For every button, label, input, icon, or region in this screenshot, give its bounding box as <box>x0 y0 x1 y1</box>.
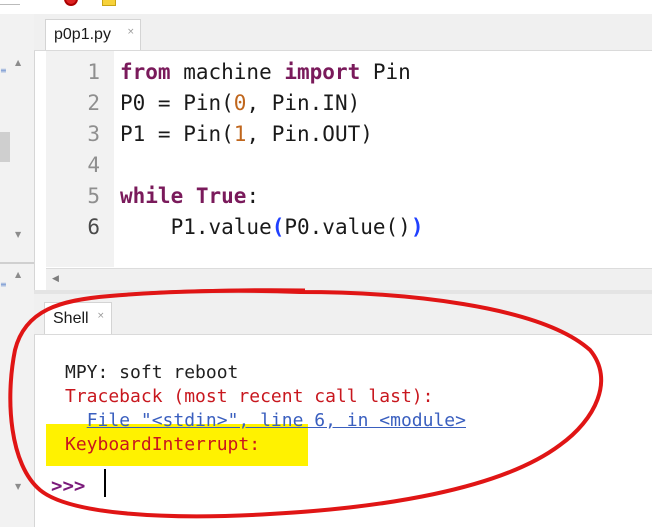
editor-horizontal-scrollbar[interactable]: ◀ <box>46 268 652 291</box>
code-text: P1.value <box>120 215 272 239</box>
code-text: P0.value() <box>284 215 411 239</box>
code-line-3: P1 = Pin(1, Pin.OUT) <box>120 122 373 146</box>
traceback-file-link[interactable]: File "<stdin>", line 6, in <module> <box>87 410 466 431</box>
line-number-gutter: 1 2 3 4 5 6 <box>46 51 114 267</box>
panel-scroll-thumb[interactable] <box>0 132 10 162</box>
keyword: while <box>120 184 184 208</box>
editor-tabbar: p0p1.py × <box>34 14 652 51</box>
keyword: True <box>195 184 247 208</box>
panel-divider <box>0 262 34 264</box>
code-line-5: while True: <box>120 184 259 208</box>
number-literal: 0 <box>233 91 247 115</box>
line-number: 4 <box>87 153 100 177</box>
code-text: , Pin.OUT) <box>246 122 373 146</box>
left-side-panel: ▲ ≡ ▼ ▲ ≡ ▼ <box>0 14 35 527</box>
scroll-down-arrow-icon-2[interactable]: ▼ <box>15 482 21 491</box>
toolbar-strip <box>0 0 652 14</box>
text-cursor <box>104 469 106 497</box>
tab-shell[interactable]: Shell × <box>44 302 112 334</box>
code-text: P1 = Pin( <box>120 122 234 146</box>
code-text: Pin <box>360 60 411 84</box>
traceback-line: Traceback (most recent call last): <box>65 386 434 407</box>
number-literal: 1 <box>233 122 247 146</box>
scroll-up-arrow-icon-2[interactable]: ▲ <box>15 270 21 279</box>
line-number: 1 <box>87 60 100 84</box>
bracket: ( <box>271 215 285 239</box>
tab-p0p1-py[interactable]: p0p1.py × <box>45 19 141 50</box>
shell-prompt: >>> <box>51 475 86 497</box>
folder-icon[interactable] <box>102 0 116 6</box>
panel-item-icon-2: ≡ <box>0 280 7 289</box>
stop-icon[interactable] <box>64 0 78 6</box>
code-line-2: P0 = Pin(0, Pin.IN) <box>120 91 360 115</box>
scroll-left-arrow-icon[interactable]: ◀ <box>52 274 59 284</box>
tab-label: p0p1.py <box>54 26 111 43</box>
keyword: from <box>120 60 171 84</box>
traceback-file-line[interactable]: File "<stdin>", line 6, in <module> <box>65 410 466 431</box>
code-text: , Pin.IN) <box>246 91 361 115</box>
close-icon[interactable]: × <box>97 311 105 321</box>
error-line: KeyboardInterrupt: <box>65 434 261 455</box>
line-number: 2 <box>87 91 100 115</box>
code-line-6: P1.value(P0.value()) <box>120 215 424 239</box>
code-line-1: from machine import Pin <box>120 60 411 84</box>
keyword: import <box>284 60 361 84</box>
scroll-down-arrow-icon[interactable]: ▼ <box>15 230 21 239</box>
shell-output-line: MPY: soft reboot <box>65 362 239 383</box>
line-number: 3 <box>87 122 100 146</box>
code-text: machine <box>170 60 285 84</box>
line-number: 6 <box>87 215 100 239</box>
shell-tab-label: Shell <box>53 310 89 327</box>
panel-item-icon: ≡ <box>0 66 7 75</box>
code-text: P0 = Pin( <box>120 91 234 115</box>
line-number: 5 <box>87 184 100 208</box>
shell-tabbar: Shell × <box>34 294 652 335</box>
bracket: ) <box>410 215 424 239</box>
code-editor[interactable]: 1 2 3 4 5 6 from machine import Pin P0 =… <box>46 51 652 267</box>
scroll-up-arrow-icon[interactable]: ▲ <box>15 58 21 67</box>
close-icon[interactable]: × <box>127 27 135 37</box>
code-text: : <box>246 184 260 208</box>
toolbar-icon[interactable] <box>0 0 20 5</box>
shell-console[interactable]: MPY: soft reboot Traceback (most recent … <box>46 335 652 527</box>
